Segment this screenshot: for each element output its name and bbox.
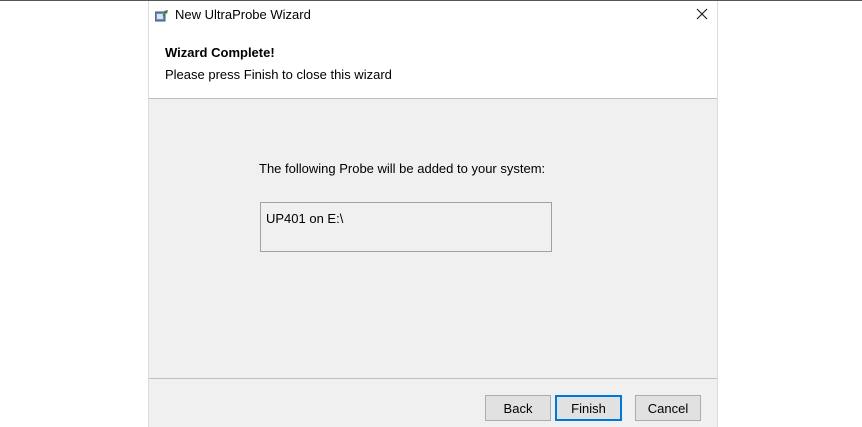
cancel-button[interactable]: Cancel bbox=[635, 395, 701, 421]
wizard-body: The following Probe will be added to you… bbox=[149, 99, 717, 378]
summary-message: The following Probe will be added to you… bbox=[259, 161, 546, 176]
wizard-footer: Back Finish Cancel bbox=[149, 378, 717, 427]
close-button[interactable] bbox=[687, 1, 717, 31]
window-title: New UltraProbe Wizard bbox=[175, 7, 311, 22]
wizard-step-title: Wizard Complete! bbox=[165, 45, 275, 60]
probe-list[interactable]: UP401 on E:\ bbox=[260, 202, 552, 252]
wizard-header: Wizard Complete! Please press Finish to … bbox=[149, 31, 717, 99]
wizard-window: New UltraProbe Wizard Wizard Complete! P… bbox=[148, 1, 718, 427]
probe-list-item[interactable]: UP401 on E:\ bbox=[266, 211, 343, 226]
wizard-app-icon bbox=[154, 9, 169, 22]
back-button[interactable]: Back bbox=[485, 395, 551, 421]
wizard-step-subtitle: Please press Finish to close this wizard bbox=[165, 67, 392, 82]
finish-button[interactable]: Finish bbox=[555, 395, 622, 421]
title-bar[interactable]: New UltraProbe Wizard bbox=[149, 1, 717, 31]
close-icon bbox=[696, 7, 708, 25]
